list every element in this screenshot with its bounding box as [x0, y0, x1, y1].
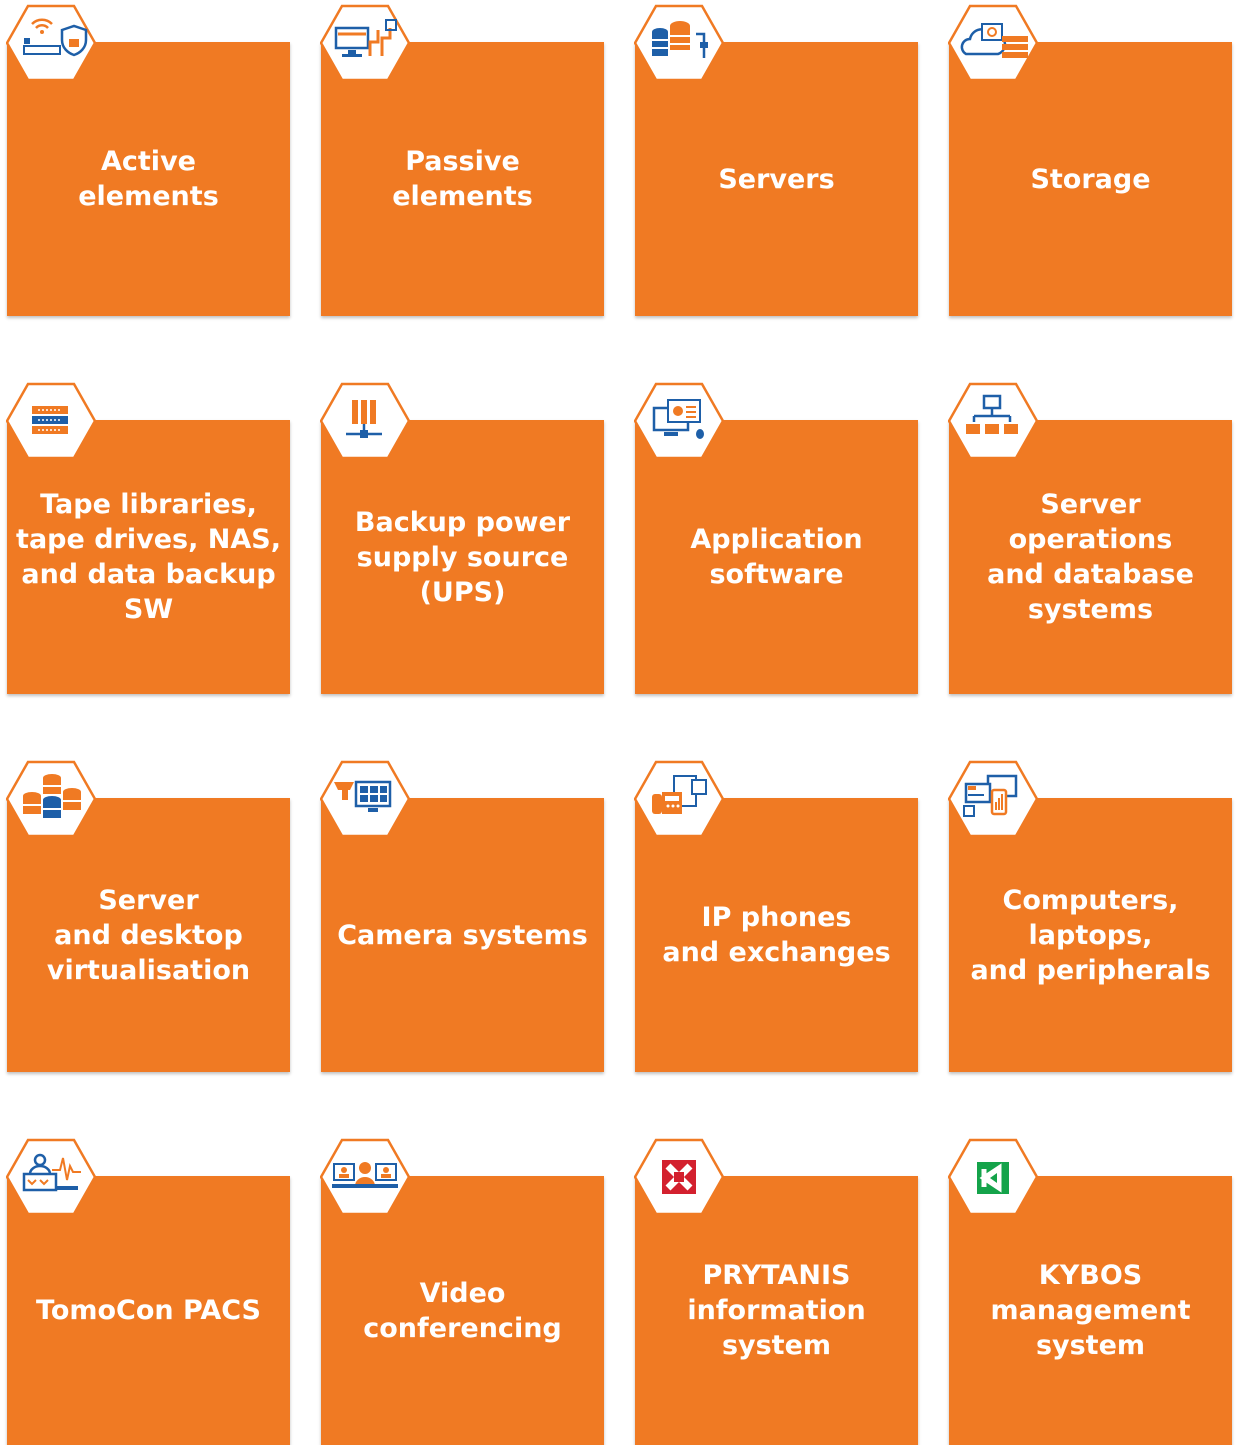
tile-ups[interactable]: Backup power supply source (UPS): [321, 420, 604, 694]
tile-label: Backup power supply source (UPS): [354, 506, 571, 608]
medical-imaging-icon: [6, 1138, 96, 1216]
tile-servers[interactable]: Servers: [635, 42, 918, 316]
tile-video-conferencing[interactable]: Video conferencing: [321, 1176, 604, 1445]
patch-panel-cable-icon: [320, 4, 410, 82]
tile-camera-systems[interactable]: Camera systems: [321, 798, 604, 1072]
tile-label: KYBOS management system: [990, 1260, 1191, 1361]
tile-prytanis[interactable]: PRYTANIS information system: [635, 1176, 918, 1445]
tile-label: IP phones and exchanges: [662, 902, 891, 968]
tile-label: Computers, laptops, and peripherals: [970, 884, 1211, 986]
tile-computers[interactable]: Computers, laptops, and peripherals: [949, 798, 1232, 1072]
tile-label: Application software: [690, 524, 863, 590]
tile-label: Tape libraries, tape drives, NAS, and da…: [16, 489, 281, 625]
tile-tomocon-pacs[interactable]: TomoCon PACS: [7, 1176, 290, 1445]
server-database-icon: [634, 4, 724, 82]
tile-passive-elements[interactable]: Passive elements: [321, 42, 604, 316]
tile-label: Active elements: [78, 146, 219, 212]
tile-label: Storage: [1030, 163, 1151, 195]
tile-label: Server operations and database systems: [987, 489, 1194, 625]
tile-label: Video conferencing: [363, 1277, 562, 1344]
tile-label: Passive elements: [392, 146, 533, 212]
tile-label: Servers: [718, 163, 835, 195]
tile-ip-phones[interactable]: IP phones and exchanges: [635, 798, 918, 1072]
tile-label: Server and desktop virtualisation: [46, 884, 251, 986]
tile-active-elements[interactable]: Active elements: [7, 42, 290, 316]
tile-server-operations[interactable]: Server operations and database systems: [949, 420, 1232, 694]
tile-label: TomoCon PACS: [35, 1295, 262, 1326]
monitor-app-icon: [634, 382, 724, 460]
kybos-logo-icon: [948, 1138, 1038, 1216]
stacked-disks-icon: [6, 760, 96, 838]
rack-units-icon: [6, 382, 96, 460]
tile-application-software[interactable]: Application software: [635, 420, 918, 694]
computer-devices-icon: [948, 760, 1038, 838]
tile-label: Camera systems: [337, 919, 588, 951]
prytanis-logo-icon: [634, 1138, 724, 1216]
tile-label: PRYTANIS information system: [687, 1260, 866, 1361]
tile-storage[interactable]: Storage: [949, 42, 1232, 316]
ups-battery-icon: [320, 382, 410, 460]
tile-kybos[interactable]: KYBOS management system: [949, 1176, 1232, 1445]
tile-tape-libraries[interactable]: Tape libraries, tape drives, NAS, and da…: [7, 420, 290, 694]
cctv-monitor-icon: [320, 760, 410, 838]
ip-phone-icon: [634, 760, 724, 838]
tile-virtualisation[interactable]: Server and desktop virtualisation: [7, 798, 290, 1072]
cloud-storage-icon: [948, 4, 1038, 82]
network-hierarchy-icon: [948, 382, 1038, 460]
wifi-router-shield-icon: [6, 4, 96, 82]
video-conference-icon: [320, 1138, 410, 1216]
